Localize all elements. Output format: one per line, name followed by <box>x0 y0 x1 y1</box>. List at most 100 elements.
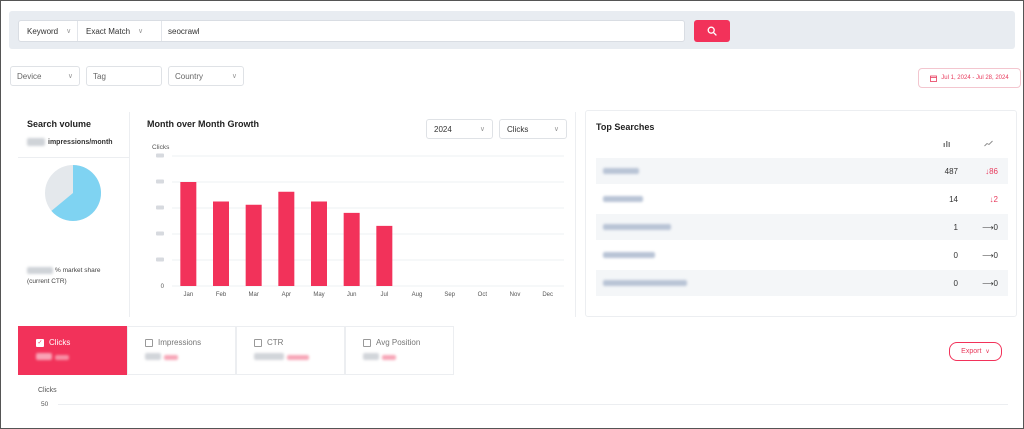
device-filter-label: Device <box>17 71 42 81</box>
mom-title: Month over Month Growth <box>147 119 259 129</box>
search-icon <box>707 26 717 36</box>
bottom-chart-ylabel: Clicks <box>38 387 57 394</box>
divider <box>18 157 130 158</box>
chevron-down-icon: ∨ <box>138 28 144 35</box>
redacted-delta <box>382 355 396 360</box>
search-change: ↓86 <box>985 166 998 176</box>
top-search-row[interactable]: 0 ⟶0 <box>596 270 1008 296</box>
metric-tab-text: CTR <box>267 338 284 347</box>
redacted-text <box>603 167 639 174</box>
checkbox[interactable] <box>363 338 371 347</box>
year-select[interactable]: 2024 ∨ <box>426 119 493 139</box>
search-volume-title: Search volume <box>27 119 92 129</box>
search-button[interactable] <box>694 20 730 42</box>
bar-jun[interactable] <box>343 212 360 286</box>
metric-tab-impressions[interactable]: Impressions <box>127 326 236 375</box>
search-volume-value: impressions/month <box>27 138 113 146</box>
metric-tab-text: Avg Position <box>376 338 421 347</box>
bar-jan[interactable] <box>180 182 197 286</box>
search-input[interactable]: seocrawl <box>162 21 684 41</box>
month-over-month-card: Month over Month Growth 2024 ∨ Clicks ∨ … <box>140 112 576 317</box>
bar-feb[interactable] <box>213 201 229 287</box>
mom-ylabel: Clicks <box>152 144 170 151</box>
top-search-row[interactable]: 487 ↓86 <box>596 158 1008 184</box>
metric-select[interactable]: Clicks ∨ <box>499 119 567 139</box>
market-share-label: % market share <box>55 267 101 274</box>
search-change: ⟶0 <box>982 250 998 260</box>
metric-tab-label: CTR <box>254 338 283 347</box>
redacted-keyword[interactable] <box>596 279 896 288</box>
chevron-down-icon: ∨ <box>231 73 237 80</box>
redacted-value <box>254 353 284 360</box>
tag-filter[interactable]: Tag <box>86 66 162 86</box>
x-tick-label: Nov <box>510 292 521 298</box>
bar-jul[interactable] <box>376 225 393 286</box>
metric-tab-text: Impressions <box>158 338 202 347</box>
bar-may[interactable] <box>311 201 327 287</box>
search-count: 0 <box>953 278 958 288</box>
checkbox[interactable] <box>145 338 153 347</box>
redacted-tick <box>156 257 164 262</box>
top-search-row[interactable]: 1 ⟶0 <box>596 214 1008 240</box>
redacted-share <box>27 267 53 274</box>
country-filter[interactable]: Country ∨ <box>168 66 244 86</box>
x-tick-label: Dec <box>542 292 553 298</box>
redacted-tick <box>156 231 164 236</box>
chevron-down-icon: ∨ <box>66 28 72 35</box>
x-tick-label: Sep <box>444 292 455 298</box>
top-search-row[interactable]: 14 ↓2 <box>596 186 1008 212</box>
calendar-icon <box>930 75 938 82</box>
redacted-metric-value <box>363 353 396 360</box>
search-bar: Keyword ∨ Exact Match ∨ seocrawl <box>9 11 1015 49</box>
redacted-metric-value <box>254 353 309 360</box>
mom-bar-chart: Clicks 0 Jan Feb Mar Apr May Jun Jul Aug Sep Oct Nov… <box>152 144 564 298</box>
metric-tab-label: Impressions <box>145 338 201 347</box>
bar-chart-icon <box>943 141 950 147</box>
trend-icon <box>984 140 993 147</box>
redacted-metric-value <box>145 353 178 360</box>
year-select-value: 2024 <box>434 124 452 134</box>
bar-mar[interactable] <box>245 204 262 286</box>
date-range-picker[interactable]: Jul 1, 2024 - Jul 28, 2024 <box>918 68 1021 88</box>
chevron-down-icon: ∨ <box>67 73 73 80</box>
checkbox[interactable]: ✓ <box>36 338 44 347</box>
redacted-keyword[interactable] <box>596 167 896 176</box>
checkbox[interactable] <box>254 338 262 347</box>
x-tick-label: Apr <box>282 292 291 298</box>
x-tick-label: Jul <box>380 292 388 298</box>
top-searches-title: Top Searches <box>596 122 655 132</box>
metric-tab-avg-position[interactable]: Avg Position <box>345 326 454 375</box>
top-search-row[interactable]: 0 ⟶0 <box>596 242 1008 268</box>
search-count: 14 <box>949 194 958 204</box>
redacted-volume <box>27 138 45 146</box>
search-change: ↓2 <box>989 194 998 204</box>
metric-select-value: Clicks <box>507 124 529 134</box>
tag-filter-label: Tag <box>93 71 106 81</box>
device-filter[interactable]: Device ∨ <box>10 66 80 86</box>
redacted-text <box>603 251 655 258</box>
redacted-keyword[interactable] <box>596 251 896 260</box>
redacted-value <box>145 353 161 360</box>
redacted-text <box>603 223 671 230</box>
export-button[interactable]: Export ∨ <box>949 342 1002 361</box>
search-type-select[interactable]: Keyword ∨ <box>19 21 78 41</box>
metric-tab-ctr[interactable]: CTR <box>236 326 345 375</box>
bar-apr[interactable] <box>278 191 295 286</box>
bottom-chart-gridline <box>58 404 1008 405</box>
x-tick-label: Oct <box>478 292 488 298</box>
redacted-tick <box>156 179 164 184</box>
search-type-label: Keyword <box>27 26 59 36</box>
redacted-metric-value <box>36 353 69 360</box>
x-tick-label: Jan <box>183 292 193 298</box>
metric-tab-clicks[interactable]: ✓ Clicks <box>18 326 127 375</box>
export-label: Export <box>961 348 982 355</box>
x-tick-label: Aug <box>412 292 423 298</box>
match-type-select[interactable]: Exact Match ∨ <box>78 21 162 41</box>
bottom-chart-tick: 50 <box>41 401 49 408</box>
redacted-keyword[interactable] <box>596 195 896 204</box>
market-share-pie <box>45 165 101 221</box>
x-tick-label: Feb <box>216 292 227 298</box>
redacted-value <box>36 353 52 360</box>
redacted-keyword[interactable] <box>596 223 896 232</box>
redacted-tick <box>156 205 164 210</box>
